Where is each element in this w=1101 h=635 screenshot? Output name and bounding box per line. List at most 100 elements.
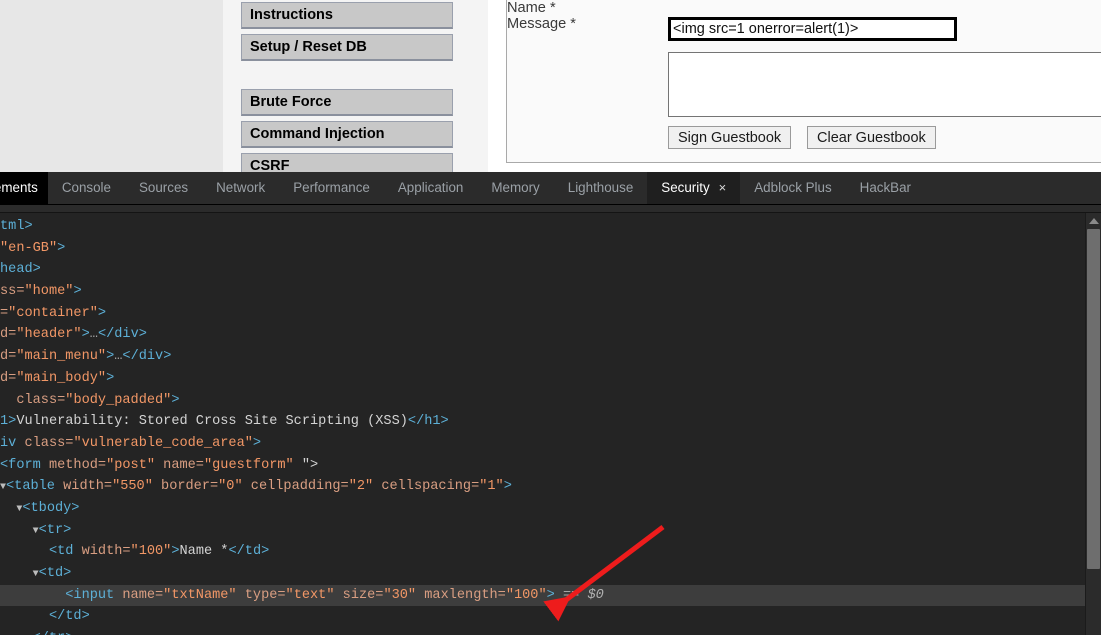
dom-node-row[interactable]: </tr> [0, 628, 1101, 635]
code-token-tag: > [57, 240, 66, 256]
code-token-val: "2" [348, 479, 374, 495]
code-token-tag: </td> [48, 609, 90, 625]
dom-node-row[interactable]: <td width="100">Name *</td> [0, 541, 1101, 563]
code-token-tag: </h1> [407, 414, 449, 430]
devtools-tabbar: Elements Console Sources Network Performance… [0, 172, 1101, 205]
code-token-val: "text" [285, 587, 335, 603]
code-token-txt: "> [293, 457, 319, 473]
code-token-tag: <tr> [38, 522, 72, 538]
code-token-dim: … [89, 327, 98, 343]
code-token-tag: > [546, 587, 555, 603]
code-token-val: "550" [112, 479, 153, 495]
dvwa-main-menu: Instructions Setup / Reset DB Brute Force C… [223, 0, 488, 172]
code-token-attr: method= [48, 457, 107, 473]
dom-node-row[interactable]: head> [0, 259, 1101, 281]
scrollbar-thumb[interactable] [1087, 229, 1100, 569]
code-token-attr: border= [152, 479, 219, 495]
devtools-tab-label: Elements [0, 180, 38, 195]
code-token-tag: </td> [228, 544, 270, 560]
code-token-val: "main_body" [16, 370, 107, 386]
devtools-tab-performance[interactable]: Performance [279, 172, 384, 204]
dom-node-row[interactable]: <form method="post" name="guestform" "> [0, 455, 1101, 477]
name-field-label: Name * [507, 0, 556, 16]
code-token-tag: <td> [38, 566, 72, 581]
devtools-tab-application[interactable]: Application [384, 172, 478, 204]
devtools-tab-label: Network [216, 180, 266, 195]
dom-node-row[interactable]: tml> [0, 216, 1101, 238]
menu-item-csrf[interactable]: CSRF [241, 153, 453, 172]
code-token-tag: iv [0, 435, 25, 451]
devtools-tab-label: Application [397, 180, 464, 195]
code-token-attr: d= [0, 327, 17, 343]
text-caret [954, 21, 955, 37]
code-token-attr: d= [0, 349, 17, 365]
name-input[interactable] [668, 17, 957, 41]
devtools-tab-security[interactable]: Security × [647, 172, 741, 204]
code-token-tag: </tr> [33, 631, 74, 635]
devtools-tab-elements[interactable]: Elements [0, 172, 48, 204]
code-token-tag: <table [6, 479, 64, 495]
dom-node-row[interactable]: d="main_menu">…</div> [0, 346, 1101, 368]
code-token-attr: d= [0, 370, 17, 386]
scroll-up-arrow-icon[interactable] [1086, 213, 1101, 227]
menu-item-brute-force[interactable]: Brute Force [241, 89, 453, 116]
code-token-tag: > [73, 284, 82, 300]
dom-node-row-selected[interactable]: <input name="txtName" type="text" size="… [0, 584, 1101, 607]
devtools-tab-label: HackBar [859, 180, 912, 195]
dom-node-row[interactable]: ▼<tbody> [0, 498, 1101, 520]
dom-node-row[interactable]: ▼<table width="550" border="0" cellpaddi… [0, 476, 1101, 498]
devtools-tab-sources[interactable]: Sources [125, 172, 202, 204]
message-textarea[interactable] [668, 52, 1101, 117]
code-token-tag: 1> [0, 414, 17, 430]
menu-item-setup-reset-db[interactable]: Setup / Reset DB [241, 34, 453, 61]
dom-node-row[interactable]: "en-GB"> [0, 238, 1101, 260]
code-token-tag: > [97, 305, 107, 321]
devtools-tab-network[interactable]: Network [202, 172, 279, 204]
browser-page-content: Instructions Setup / Reset DB Brute Force C… [0, 0, 1101, 172]
dom-node-row[interactable]: d="main_body"> [0, 368, 1101, 390]
devtools-tab-label: Adblock Plus [754, 180, 832, 195]
code-token-attr: cellpadding= [242, 479, 349, 495]
dom-node-row[interactable]: ▼<tr> [0, 520, 1101, 542]
devtools-tab-label: Security [661, 180, 710, 195]
dom-node-row[interactable]: ="container"> [0, 303, 1101, 325]
code-token-attr: width= [81, 544, 131, 560]
code-token-tag: > [106, 349, 115, 365]
elements-dom-tree[interactable]: tml> "en-GB"> head> ss="home"> ="container">… [0, 213, 1101, 635]
code-token-val: "100" [130, 544, 172, 560]
code-token-val: "container" [8, 305, 98, 321]
dom-node-row[interactable]: ▼<td> [0, 563, 1101, 585]
dom-node-row[interactable]: </td> [0, 606, 1101, 628]
devtools-tab-console[interactable]: Console [48, 172, 125, 204]
code-token-attr: size= [334, 587, 384, 603]
dom-node-row[interactable]: d="header">…</div> [0, 324, 1101, 346]
code-token-attr: type= [236, 587, 286, 603]
code-token-val: "header" [16, 327, 82, 343]
dom-tree-scrollbar[interactable] [1085, 213, 1101, 635]
dom-node-row[interactable]: iv class="vulnerable_code_area"> [0, 433, 1101, 455]
devtools-tab-lighthouse[interactable]: Lighthouse [554, 172, 648, 204]
devtools-tab-memory[interactable]: Memory [477, 172, 553, 204]
code-token-tag: tml> [0, 219, 33, 234]
code-token-val: "0" [218, 479, 243, 495]
dom-node-row[interactable]: ss="home"> [0, 281, 1101, 303]
code-token-tag: </div> [97, 327, 147, 343]
code-token-attr: class= [24, 435, 74, 451]
clear-guestbook-button[interactable]: Clear Guestbook [807, 126, 936, 149]
devtools-tab-adblock-plus[interactable]: Adblock Plus [740, 172, 845, 204]
sign-guestbook-button[interactable]: Sign Guestbook [668, 126, 792, 149]
menu-item-command-injection[interactable]: Command Injection [241, 121, 453, 148]
dom-node-row[interactable]: class="body_padded"> [0, 390, 1101, 412]
devtools-tab-hackbar[interactable]: HackBar [846, 172, 925, 204]
code-token-dim: == [554, 587, 588, 603]
code-token-tag: <form [0, 457, 49, 473]
code-token-attr: width= [63, 479, 113, 495]
menu-item-instructions[interactable]: Instructions [241, 2, 453, 29]
close-icon[interactable]: × [719, 172, 727, 204]
dom-node-row[interactable]: 1>Vulnerability: Stored Cross Site Scrip… [0, 411, 1101, 433]
